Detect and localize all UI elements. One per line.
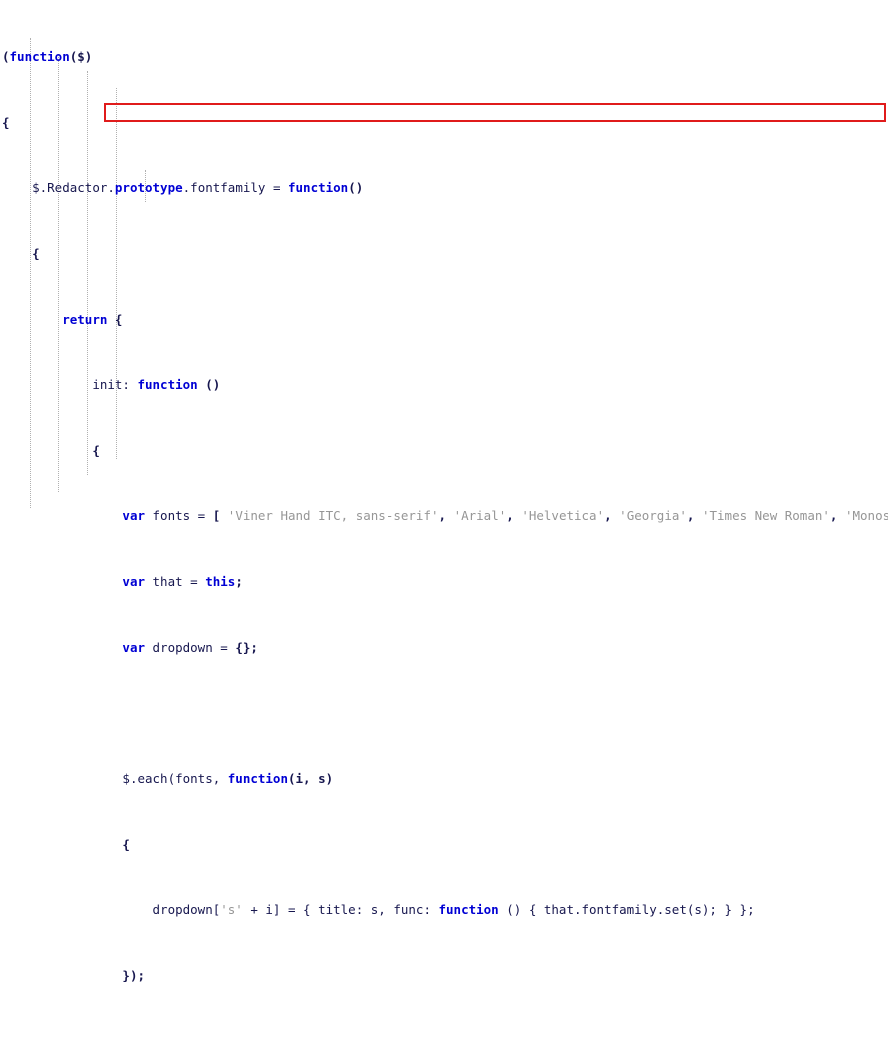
code-line-13[interactable]: { <box>0 837 888 853</box>
token-keyword-function: function <box>438 902 499 918</box>
token-keyword-var: var <box>122 508 145 524</box>
code-line-6[interactable]: init: function () <box>0 377 888 393</box>
token-keyword-var: var <box>122 639 145 655</box>
token-brace: { <box>122 836 130 852</box>
token-brace: { <box>32 246 40 262</box>
token-object-ref: $.Redactor. <box>32 180 115 196</box>
token-string-georgia: 'Georgia' <box>611 508 687 524</box>
code-line-15[interactable]: }); <box>0 968 888 984</box>
token-args: ($) <box>69 49 93 65</box>
code-line-1[interactable]: (function($) <box>0 49 888 65</box>
code-line-10[interactable]: var dropdown = {}; <box>0 640 888 656</box>
token-comma: , <box>438 508 447 524</box>
token-prototype: prototype <box>114 180 183 196</box>
token-string-helvetica: 'Helvetica' <box>513 508 605 524</box>
token-keyword-function: function <box>137 377 198 393</box>
code-line-4[interactable]: { <box>0 246 888 262</box>
token-comma: , <box>506 508 514 524</box>
code-editor-view[interactable]: (function($) { $.Redactor.prototype.font… <box>0 0 888 983</box>
token-dropdown-index: dropdown[ <box>152 902 221 918</box>
code-line-16[interactable] <box>0 1033 888 1038</box>
token-brace: { <box>2 114 10 130</box>
code-line-2[interactable]: { <box>0 115 888 131</box>
token-member: .fontfamily = <box>182 180 288 196</box>
code-line-7[interactable]: { <box>0 443 888 459</box>
token-string-times-new-roman: 'Times New Roman' <box>694 508 830 524</box>
token-string-s: 's' <box>220 902 243 918</box>
token-braces: {}; <box>235 639 258 655</box>
code-line-3[interactable]: $.Redactor.prototype.fontfamily = functi… <box>0 180 888 196</box>
token-keyword-function: function <box>288 180 349 196</box>
token-params: (i, s) <box>288 770 334 786</box>
token-paren: ( <box>2 49 10 65</box>
code-line-8[interactable]: var fonts = [ 'Viner Hand ITC, sans-seri… <box>0 508 888 524</box>
token-parens: () <box>348 180 364 196</box>
code-line-5[interactable]: return { <box>0 312 888 328</box>
token-keyword-function: function <box>227 770 288 786</box>
token-identifier-dropdown: dropdown = <box>145 639 236 655</box>
token-string-viner-hand: 'Viner Hand ITC, sans-serif' <box>220 508 439 524</box>
token-identifier-that: that = <box>145 574 206 590</box>
token-brace: { <box>92 442 100 458</box>
token-brace: { <box>107 311 123 327</box>
token-keyword-this: this <box>205 574 236 590</box>
code-line-14[interactable]: dropdown['s' + i] = { title: s, func: fu… <box>0 902 888 918</box>
token-parens: () <box>197 377 221 393</box>
code-line-9[interactable]: var that = this; <box>0 574 888 590</box>
token-string-monospace: 'Monospace' <box>844 508 888 524</box>
token-semicolon: ; <box>235 574 243 590</box>
token-keyword-var: var <box>122 574 145 590</box>
token-key-init: init: <box>92 377 138 393</box>
code-line-11[interactable] <box>0 705 888 721</box>
token-keyword-return: return <box>62 311 108 327</box>
code-line-12[interactable]: $.each(fonts, function(i, s) <box>0 771 888 787</box>
token-identifier-fonts: fonts = <box>145 508 213 524</box>
token-keyword-function: function <box>9 49 70 65</box>
token-close-each: }); <box>122 967 145 983</box>
token-each-call: $.each(fonts, <box>122 770 228 786</box>
code-text-area[interactable]: (function($) { $.Redactor.prototype.font… <box>0 0 888 983</box>
token-comma: , <box>604 508 612 524</box>
token-index-expr: + i] = { title: s, func: <box>242 902 439 918</box>
token-string-arial: 'Arial' <box>446 508 507 524</box>
token-set-call: () { that.fontfamily.set(s); } }; <box>498 902 755 918</box>
